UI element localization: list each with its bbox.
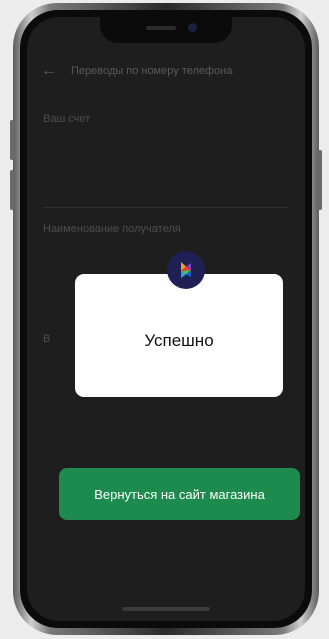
sbp-logo-glyph bbox=[181, 262, 191, 278]
field-label-recipient: Наименование получателя bbox=[43, 223, 181, 235]
phone-notch bbox=[100, 17, 232, 43]
field-divider bbox=[43, 207, 289, 208]
phone-side-button-left bbox=[10, 120, 14, 160]
phone-screen: ← Переводы по номеру телефона Ваш счет Н… bbox=[27, 17, 305, 621]
header-title: Переводы по номеру телефона bbox=[71, 65, 233, 77]
back-arrow-icon[interactable]: ← bbox=[41, 62, 57, 80]
phone-side-button-left-2 bbox=[10, 170, 14, 210]
modal-title: Успешно bbox=[144, 330, 214, 350]
app-header: ← Переводы по номеру телефона bbox=[27, 53, 305, 89]
camera-icon bbox=[188, 23, 197, 32]
speaker-icon bbox=[146, 26, 176, 30]
return-to-store-button[interactable]: Вернуться на сайт магазина bbox=[59, 468, 300, 520]
stage: ← Переводы по номеру телефона Ваш счет Н… bbox=[0, 0, 329, 639]
sbp-logo-icon bbox=[167, 251, 205, 289]
field-label-account: Ваш счет bbox=[43, 113, 91, 125]
home-indicator bbox=[122, 607, 210, 611]
success-modal: Успешно bbox=[75, 274, 283, 397]
field-label-third: В bbox=[43, 333, 51, 345]
phone-side-button-right bbox=[318, 150, 322, 210]
